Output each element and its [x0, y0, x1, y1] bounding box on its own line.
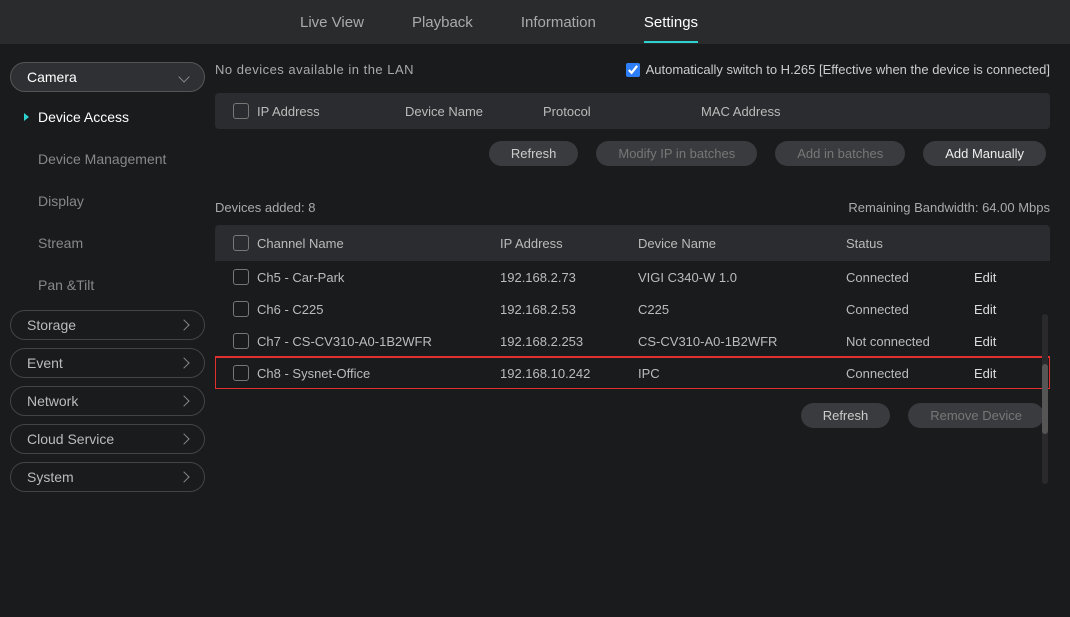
chevron-down-icon — [178, 71, 189, 82]
cell-channel: Ch6 - C225 — [257, 302, 492, 317]
added-select-all-checkbox[interactable] — [233, 235, 249, 251]
sidebar-item-pan-tilt[interactable]: Pan &Tilt — [10, 268, 205, 302]
sidebar-group-label: Event — [27, 355, 63, 371]
tab-settings[interactable]: Settings — [644, 4, 698, 41]
sidebar-item-device-access[interactable]: Device Access — [10, 100, 205, 134]
table-row[interactable]: Ch7 - CS-CV310-A0-1B2WFR 192.168.2.253 CS-… — [215, 325, 1050, 357]
scrollbar-track[interactable] — [1042, 314, 1048, 484]
cell-device: C225 — [638, 302, 838, 317]
cell-status: Not connected — [846, 334, 966, 349]
cell-device: IPC — [638, 366, 838, 381]
top-nav: Live View Playback Information Settings — [0, 0, 1070, 44]
cell-channel: Ch5 - Car-Park — [257, 270, 492, 285]
added-col-ip: IP Address — [500, 236, 630, 251]
row-checkbox[interactable] — [233, 301, 249, 317]
table-row[interactable]: Ch6 - C225 192.168.2.53 C225 Connected Edit — [215, 293, 1050, 325]
remaining-bandwidth: Remaining Bandwidth: 64.00 Mbps — [848, 200, 1050, 215]
row-checkbox[interactable] — [233, 365, 249, 381]
cell-ip: 192.168.2.53 — [500, 302, 630, 317]
tab-information[interactable]: Information — [521, 4, 596, 41]
cell-device: CS-CV310-A0-1B2WFR — [638, 334, 838, 349]
cell-device: VIGI C340-W 1.0 — [638, 270, 838, 285]
sidebar-group-label: System — [27, 469, 74, 485]
added-col-status: Status — [846, 236, 966, 251]
edit-link[interactable]: Edit — [974, 334, 1024, 349]
sidebar: Camera Device Access Device Management D… — [0, 44, 215, 510]
added-refresh-button[interactable]: Refresh — [801, 403, 891, 428]
sidebar-group-label: Storage — [27, 317, 76, 333]
main-panel: No devices available in the LAN Automati… — [215, 44, 1070, 510]
sidebar-group-cloud-service[interactable]: Cloud Service — [10, 424, 205, 454]
cell-ip: 192.168.2.253 — [500, 334, 630, 349]
devices-added-title: Devices added: 8 — [215, 200, 315, 215]
tab-playback[interactable]: Playback — [412, 4, 473, 41]
lan-col-proto: Protocol — [543, 104, 693, 119]
edit-link[interactable]: Edit — [974, 366, 1024, 381]
added-table-header: Channel Name IP Address Device Name Stat… — [215, 225, 1050, 261]
remove-device-button[interactable]: Remove Device — [908, 403, 1044, 428]
sidebar-group-event[interactable]: Event — [10, 348, 205, 378]
cell-status: Connected — [846, 302, 966, 317]
sidebar-item-device-management[interactable]: Device Management — [10, 142, 205, 176]
table-row[interactable]: Ch5 - Car-Park 192.168.2.73 VIGI C340-W 1.… — [215, 261, 1050, 293]
lan-col-device: Device Name — [405, 104, 535, 119]
lan-col-mac: MAC Address — [701, 104, 1032, 119]
lan-refresh-button[interactable]: Refresh — [489, 141, 579, 166]
chevron-right-icon — [178, 395, 189, 406]
edit-link[interactable]: Edit — [974, 270, 1024, 285]
sidebar-group-label: Network — [27, 393, 78, 409]
sidebar-item-display[interactable]: Display — [10, 184, 205, 218]
cell-status: Connected — [846, 366, 966, 381]
row-checkbox[interactable] — [233, 333, 249, 349]
sidebar-group-system[interactable]: System — [10, 462, 205, 492]
sidebar-group-label: Camera — [27, 69, 77, 85]
modify-ip-batches-button[interactable]: Modify IP in batches — [596, 141, 757, 166]
auto-switch-label: Automatically switch to H.265 [Effective… — [646, 62, 1050, 77]
added-table-body: Ch5 - Car-Park 192.168.2.73 VIGI C340-W 1.… — [215, 261, 1050, 389]
sidebar-group-camera[interactable]: Camera — [10, 62, 205, 92]
added-col-device: Device Name — [638, 236, 838, 251]
sidebar-group-label: Cloud Service — [27, 431, 114, 447]
lan-col-ip: IP Address — [257, 104, 397, 119]
auto-switch-h265[interactable]: Automatically switch to H.265 [Effective… — [626, 62, 1050, 77]
chevron-right-icon — [178, 319, 189, 330]
lan-empty-message: No devices available in the LAN — [215, 62, 414, 77]
row-checkbox[interactable] — [233, 269, 249, 285]
add-manually-button[interactable]: Add Manually — [923, 141, 1046, 166]
chevron-right-icon — [178, 357, 189, 368]
cell-channel: Ch7 - CS-CV310-A0-1B2WFR — [257, 334, 492, 349]
tab-live-view[interactable]: Live View — [300, 4, 364, 41]
cell-channel: Ch8 - Sysnet-Office — [257, 366, 492, 381]
cell-status: Connected — [846, 270, 966, 285]
add-in-batches-button[interactable]: Add in batches — [775, 141, 905, 166]
auto-switch-checkbox[interactable] — [626, 63, 640, 77]
cell-ip: 192.168.2.73 — [500, 270, 630, 285]
sidebar-group-storage[interactable]: Storage — [10, 310, 205, 340]
edit-link[interactable]: Edit — [974, 302, 1024, 317]
sidebar-item-stream[interactable]: Stream — [10, 226, 205, 260]
cell-ip: 192.168.10.242 — [500, 366, 630, 381]
lan-table-header: IP Address Device Name Protocol MAC Addr… — [215, 93, 1050, 129]
lan-select-all-checkbox[interactable] — [233, 103, 249, 119]
table-row[interactable]: Ch8 - Sysnet-Office 192.168.10.242 IPC Conn… — [215, 357, 1050, 389]
chevron-right-icon — [178, 471, 189, 482]
chevron-right-icon — [178, 433, 189, 444]
scrollbar-thumb[interactable] — [1042, 364, 1048, 434]
sidebar-group-network[interactable]: Network — [10, 386, 205, 416]
added-col-channel: Channel Name — [257, 236, 492, 251]
